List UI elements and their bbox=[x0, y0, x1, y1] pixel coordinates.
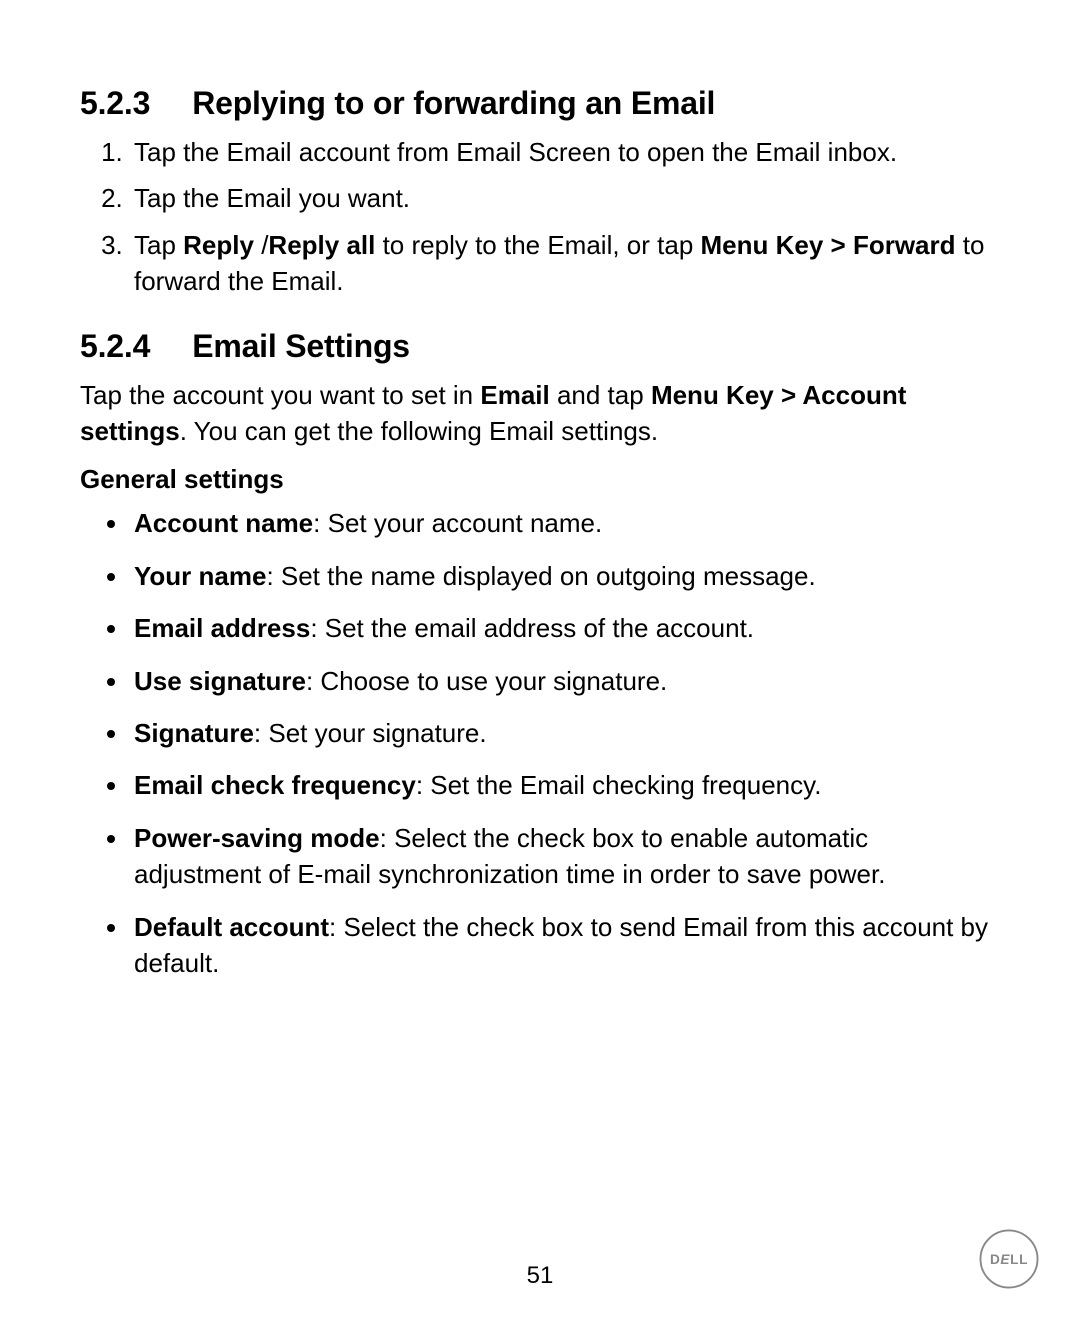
subheading-general-settings: General settings bbox=[80, 464, 1000, 495]
section-number: 5.2.4 bbox=[80, 328, 150, 365]
section-title: Email Settings bbox=[192, 328, 410, 364]
bullet-list: Account name: Set your account name. You… bbox=[80, 505, 1000, 981]
step-item: Tap Reply /Reply all to reply to the Ema… bbox=[130, 227, 1000, 300]
section-title: Replying to or forwarding an Email bbox=[192, 85, 715, 121]
intro-paragraph: Tap the account you want to set in Email… bbox=[80, 377, 1000, 451]
svg-text:DELL: DELL bbox=[990, 1252, 1028, 1267]
document-page: 5.2.3Replying to or forwarding an Email … bbox=[0, 0, 1080, 981]
list-item: Email address: Set the email address of … bbox=[130, 610, 1000, 646]
list-item: Use signature: Choose to use your signat… bbox=[130, 663, 1000, 699]
list-item: Signature: Set your signature. bbox=[130, 715, 1000, 751]
list-item: Default account: Select the check box to… bbox=[130, 909, 1000, 982]
page-number: 51 bbox=[0, 1262, 1080, 1290]
list-item: Power-saving mode: Select the check box … bbox=[130, 820, 1000, 893]
step-item: Tap the Email account from Email Screen … bbox=[130, 134, 1000, 170]
ordered-steps: Tap the Email account from Email Screen … bbox=[80, 134, 1000, 300]
section-number: 5.2.3 bbox=[80, 85, 150, 122]
section-heading-2: 5.2.4 Email Settings bbox=[80, 328, 1000, 365]
list-item: Your name: Set the name displayed on out… bbox=[130, 558, 1000, 594]
step-item: Tap the Email you want. bbox=[130, 180, 1000, 216]
list-item: Account name: Set your account name. bbox=[130, 505, 1000, 541]
dell-logo-icon: DELL bbox=[978, 1228, 1040, 1290]
list-item: Email check frequency: Set the Email che… bbox=[130, 767, 1000, 803]
section-heading-1: 5.2.3 Replying to or forwarding an Email bbox=[80, 85, 1000, 122]
